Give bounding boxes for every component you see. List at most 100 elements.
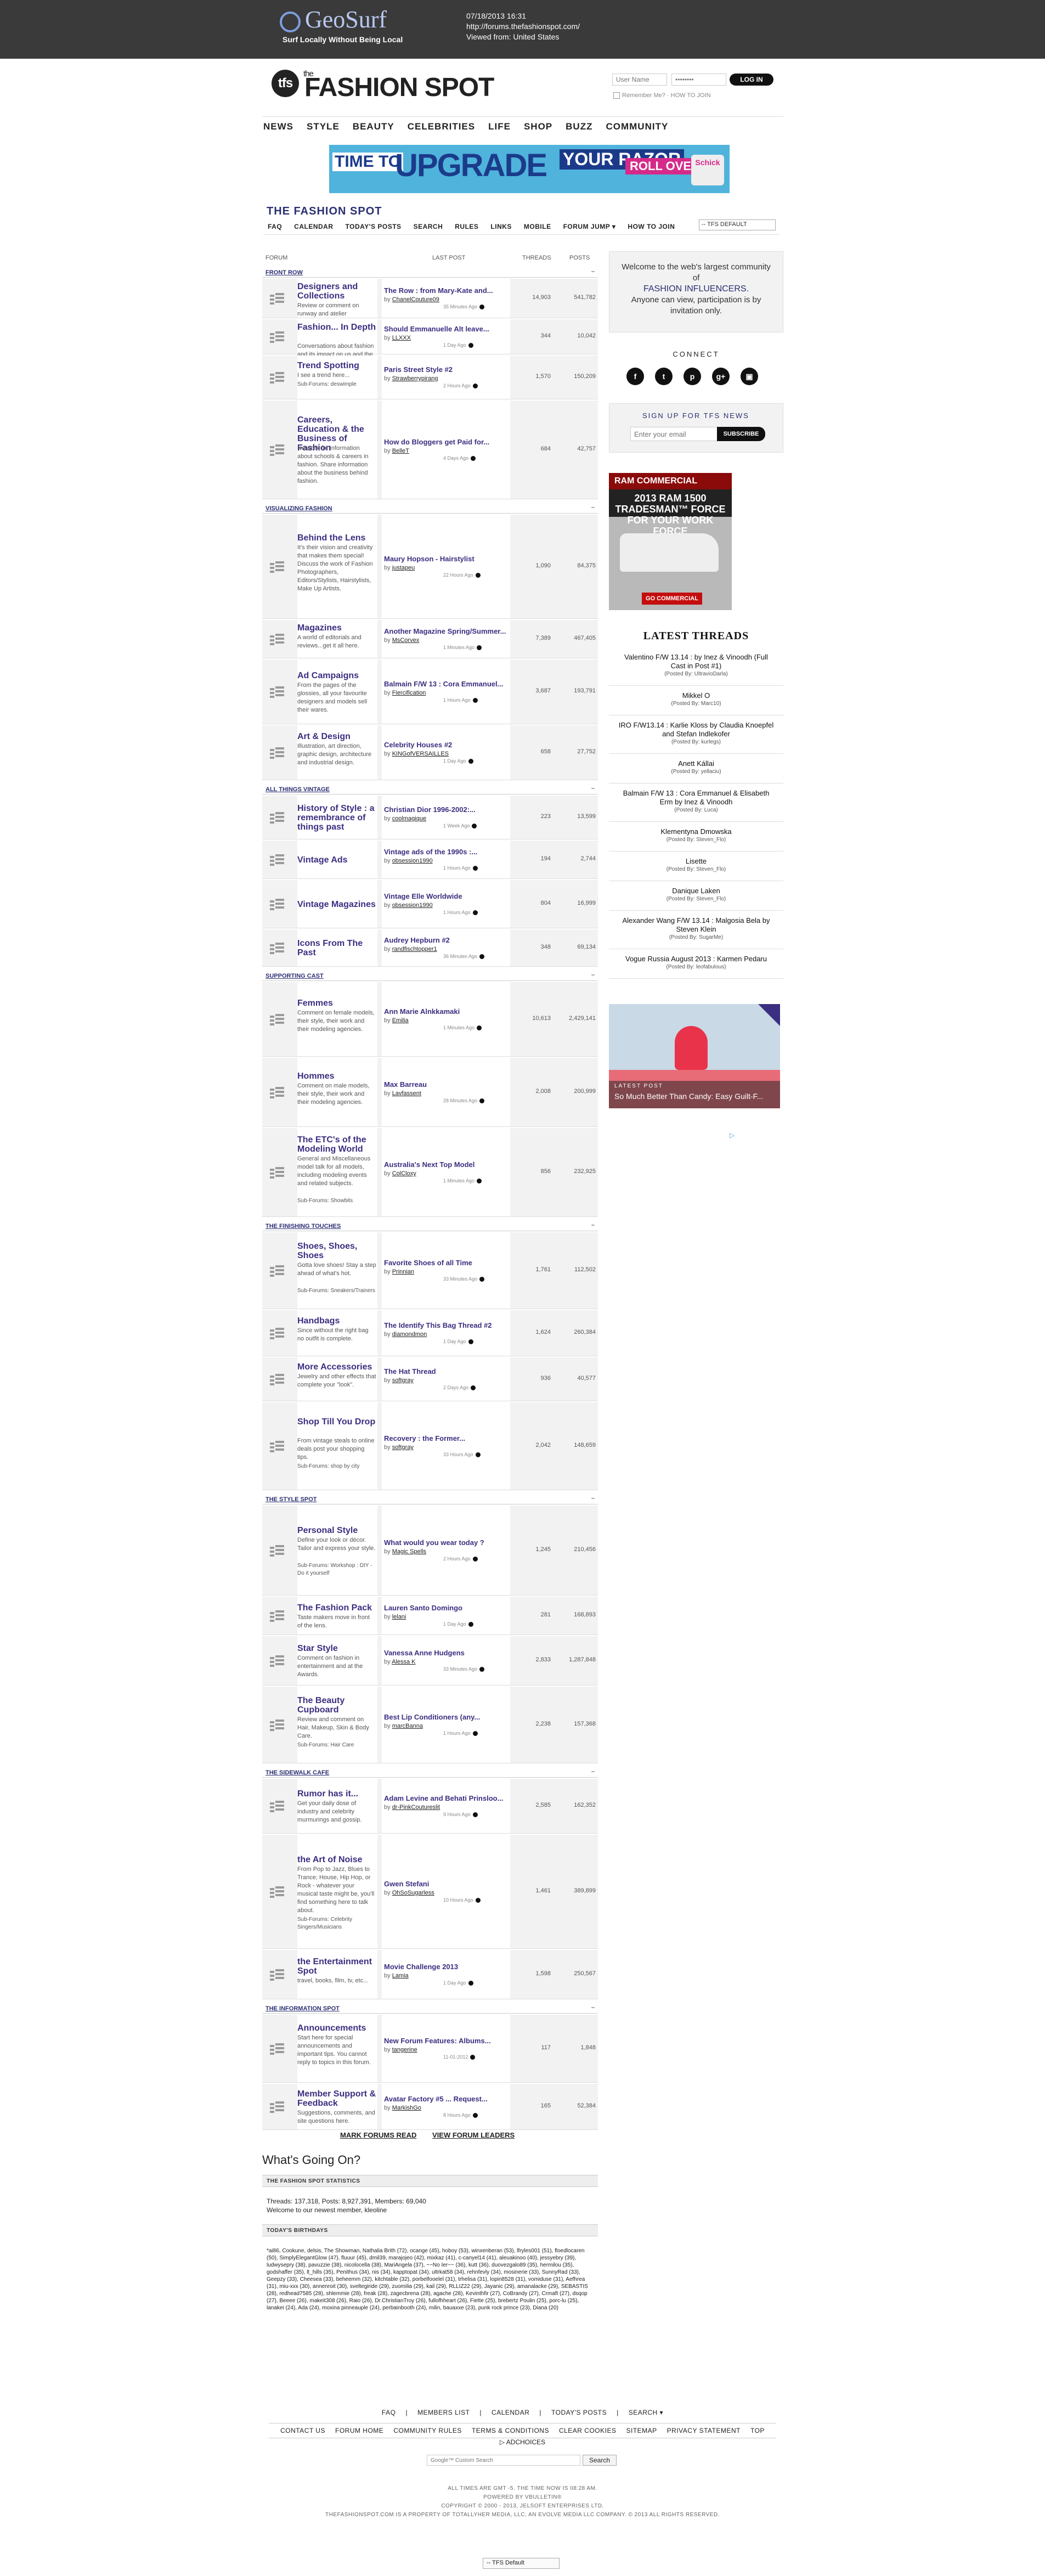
go-to-post-icon[interactable] bbox=[477, 1179, 482, 1184]
last-post-user-link[interactable]: Prinnian bbox=[392, 1269, 414, 1275]
last-post-user-link[interactable]: Lamia bbox=[392, 1972, 409, 1979]
last-post-user-link[interactable]: justapeu bbox=[392, 565, 415, 571]
latest-thread-title[interactable]: Balmain F/W 13 : Cora Emmanuel & Elisabe… bbox=[609, 789, 783, 807]
last-post-user-link[interactable]: Alessa K bbox=[392, 1659, 415, 1665]
ram-truck-ad[interactable]: RAM COMMERCIAL 2013 RAM 1500 TRADESMAN™ … bbox=[609, 473, 732, 610]
sub-forums[interactable]: Sub-Forums: Sneakers/Trainers bbox=[297, 1287, 377, 1295]
footer-link[interactable]: CALENDAR bbox=[492, 2409, 529, 2416]
forum-title-link[interactable]: More Accessories bbox=[297, 1362, 376, 1372]
go-to-post-icon[interactable] bbox=[468, 759, 473, 764]
footer-link[interactable]: FORUM HOME bbox=[335, 2427, 383, 2434]
password-input[interactable] bbox=[671, 74, 726, 86]
last-post-user-link[interactable]: Lavfassent bbox=[392, 1090, 421, 1097]
forum-title-link[interactable]: Trend Spotting bbox=[297, 361, 376, 370]
footer-link[interactable]: SEARCH ▾ bbox=[629, 2409, 663, 2416]
forum-title-link[interactable]: Member Support & Feedback bbox=[297, 2089, 376, 2108]
go-to-post-icon[interactable] bbox=[472, 384, 478, 389]
latest-thread-item[interactable]: Mikkel O (Posted By: Marc10) bbox=[609, 691, 783, 715]
last-post-user-link[interactable]: softgray bbox=[392, 1444, 414, 1451]
latest-thread-title[interactable]: Lisette bbox=[609, 857, 783, 866]
category-name[interactable]: THE STYLE SPOT bbox=[266, 1496, 317, 1503]
nav-item-news[interactable]: NEWS bbox=[263, 121, 293, 132]
category-name[interactable]: FRONT ROW bbox=[266, 269, 303, 276]
nav-item-buzz[interactable]: BUZZ bbox=[566, 121, 592, 132]
latest-thread-title[interactable]: Anett Kállai bbox=[609, 759, 783, 768]
nav-item-community[interactable]: COMMUNITY bbox=[606, 121, 668, 132]
forum-title-link[interactable]: Handbags bbox=[297, 1316, 376, 1326]
last-post-user-link[interactable]: Strawberrypirang bbox=[392, 375, 438, 382]
latest-thread-title[interactable]: IRO F/W13.14 : Karlie Kloss by Claudia K… bbox=[609, 721, 783, 739]
sub-forums[interactable]: Sub-Forums: shop by city bbox=[297, 1463, 377, 1470]
go-to-post-icon[interactable] bbox=[472, 1557, 478, 1562]
username-input[interactable] bbox=[612, 74, 667, 86]
forum-title-link[interactable]: Designers and Collections bbox=[297, 282, 376, 301]
go-to-post-icon[interactable] bbox=[479, 305, 485, 310]
last-post-title-link[interactable]: Celebrity Houses #2 bbox=[384, 741, 510, 749]
style-select[interactable]: -- TFS DEFAULT bbox=[699, 219, 776, 230]
go-to-post-icon[interactable] bbox=[472, 1812, 478, 1818]
collapse-icon[interactable]: – bbox=[591, 1495, 595, 1502]
last-post-user-link[interactable]: MsCorvex bbox=[392, 637, 420, 644]
login-button[interactable]: LOG IN bbox=[730, 74, 773, 86]
go-to-post-icon[interactable] bbox=[479, 1277, 485, 1282]
forum-title-link[interactable]: Rumor has it... bbox=[297, 1789, 376, 1799]
sub-forums[interactable]: Sub-Forums: Hair Care bbox=[297, 1741, 377, 1749]
last-post-title-link[interactable]: Vintage Elle Worldwide bbox=[384, 892, 510, 900]
last-post-title-link[interactable]: Lauren Santo Domingo bbox=[384, 1604, 510, 1612]
go-to-post-icon[interactable] bbox=[475, 1452, 481, 1458]
last-post-title-link[interactable]: Balmain F/W 13 : Cora Emmanuel... bbox=[384, 680, 510, 688]
forum-title-link[interactable]: Personal Style bbox=[297, 1526, 376, 1535]
go-to-post-icon[interactable] bbox=[475, 573, 481, 578]
go-to-post-icon[interactable] bbox=[471, 456, 476, 461]
go-to-post-icon[interactable] bbox=[468, 1981, 473, 1986]
last-post-user-link[interactable]: ColCloxy bbox=[392, 1170, 416, 1177]
category-name[interactable]: SUPPORTING CAST bbox=[266, 973, 324, 979]
last-post-user-link[interactable]: Magic Spells bbox=[392, 1548, 426, 1555]
last-post-user-link[interactable]: diamondmon bbox=[392, 1331, 427, 1338]
forum-title-link[interactable]: Ad Campaigns bbox=[297, 671, 376, 680]
last-post-user-link[interactable]: lelani bbox=[392, 1614, 406, 1620]
category-name[interactable]: THE INFORMATION SPOT bbox=[266, 2005, 340, 2012]
forum-title-link[interactable]: Femmes bbox=[297, 999, 376, 1008]
mark-forums-read-link[interactable]: MARK FORUMS READ bbox=[340, 2131, 416, 2139]
forum-title-link[interactable]: Vintage Ads bbox=[297, 855, 376, 865]
forum-title-link[interactable]: Behind the Lens bbox=[297, 533, 376, 543]
forum-nav-item[interactable]: RULES bbox=[455, 223, 478, 230]
go-to-post-icon[interactable] bbox=[472, 824, 477, 829]
latest-thread-item[interactable]: Valentino F/W 13.14 : by Inez & Vinoodh … bbox=[609, 653, 783, 686]
nav-item-life[interactable]: LIFE bbox=[488, 121, 511, 132]
category-name[interactable]: VISUALIZING FASHION bbox=[266, 505, 332, 512]
latest-thread-item[interactable]: Klementyna Dmowska (Posted By: Steven_Flo… bbox=[609, 827, 783, 852]
forum-title-link[interactable]: The Beauty Cupboard bbox=[297, 1696, 376, 1715]
footer-link[interactable]: SITEMAP bbox=[626, 2427, 657, 2434]
last-post-user-link[interactable]: randfischtopper1 bbox=[392, 946, 437, 952]
go-to-post-icon[interactable] bbox=[468, 1339, 473, 1345]
sub-forums[interactable]: Sub-Forums: Workshop : DIY - Do it yours… bbox=[297, 1562, 377, 1577]
collapse-icon[interactable]: – bbox=[591, 2004, 595, 2011]
last-post-user-link[interactable]: MarkishGo bbox=[392, 2105, 421, 2111]
last-post-title-link[interactable]: Favorite Shoes of all Time bbox=[384, 1259, 510, 1267]
last-post-title-link[interactable]: Recovery : the Former... bbox=[384, 1434, 510, 1442]
sub-forums[interactable]: Sub-Forums: Showbits bbox=[297, 1197, 377, 1205]
forum-title-link[interactable]: the Entertainment Spot bbox=[297, 1957, 376, 1976]
last-post-title-link[interactable]: Vanessa Anne Hudgens bbox=[384, 1649, 510, 1657]
go-to-post-icon[interactable] bbox=[479, 1667, 485, 1672]
nav-item-celebrities[interactable]: CELEBRITIES bbox=[408, 121, 475, 132]
forum-title-link[interactable]: Magazines bbox=[297, 623, 376, 633]
last-post-user-link[interactable]: coolmagique bbox=[392, 815, 426, 822]
forum-title-link[interactable]: The ETC's of the Modeling World bbox=[297, 1135, 376, 1154]
last-post-user-link[interactable]: BelleT bbox=[392, 448, 409, 454]
forum-nav-item[interactable]: SEARCH bbox=[414, 223, 443, 230]
adchoices-link[interactable]: ▷ ADCHOICES bbox=[247, 2438, 798, 2446]
remember-me[interactable]: Remember Me? · HOW TO JOIN bbox=[613, 92, 711, 99]
forum-nav-item[interactable]: FAQ bbox=[268, 223, 282, 230]
last-post-title-link[interactable]: Should Emmanuelle Alt leave... bbox=[384, 325, 510, 333]
forum-title-link[interactable]: The Fashion Pack bbox=[297, 1603, 376, 1613]
go-to-post-icon[interactable] bbox=[468, 343, 473, 348]
category-header[interactable]: ALL THINGS VINTAGE – bbox=[262, 785, 598, 794]
go-to-post-icon[interactable] bbox=[477, 1025, 482, 1031]
forum-title-link[interactable]: Hommes bbox=[297, 1072, 376, 1081]
footer-link[interactable]: CONTACT US bbox=[280, 2427, 325, 2434]
last-post-title-link[interactable]: Christian Dior 1996-2002:... bbox=[384, 805, 510, 814]
adchoice-icon[interactable]: ▷ bbox=[730, 1131, 735, 1139]
